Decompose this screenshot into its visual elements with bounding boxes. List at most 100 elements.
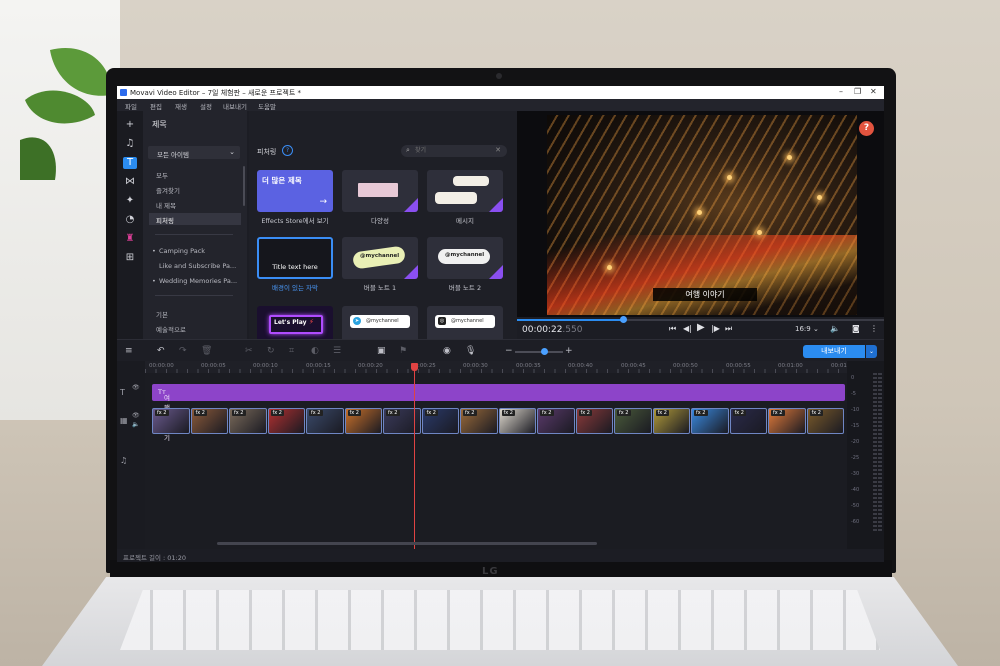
video-clip[interactable]: fx 2 [768, 408, 806, 434]
video-clip[interactable]: fx 2 [344, 408, 382, 434]
category-artistic[interactable]: 예술적으로 [149, 322, 241, 334]
pack-camping[interactable]: • Camping Pack [149, 245, 241, 257]
more-options-icon[interactable]: ⋮ [870, 324, 878, 333]
skip-end-icon[interactable]: ⏭ [725, 324, 732, 334]
visibility-icon[interactable]: 👁 [132, 384, 140, 391]
skip-start-icon[interactable]: ⏮ [669, 324, 676, 334]
overlay-icon[interactable]: ▣ [377, 346, 386, 356]
marker-icon[interactable]: ⚑ [399, 346, 407, 356]
tile-bubble-note-1[interactable]: @mychannel [342, 237, 418, 279]
tile-effects-store[interactable]: 더 많은 제목 → [257, 170, 333, 212]
effects-icon[interactable]: ✦ [123, 195, 137, 207]
undo-icon[interactable]: ↶ [157, 346, 165, 356]
video-clip[interactable]: fx 2 [537, 408, 575, 434]
mute-icon[interactable]: 🔈 [132, 421, 139, 428]
zoom-out-icon[interactable]: − [505, 346, 513, 356]
category-all[interactable]: 모두 [149, 168, 241, 180]
play-icon[interactable]: ▶ [697, 322, 705, 333]
category-favorites[interactable]: 즐겨찾기 [149, 183, 241, 195]
transitions-icon[interactable]: ⋈ [123, 176, 137, 188]
video-clip[interactable]: fx 2 [267, 408, 305, 434]
tile-message[interactable] [427, 170, 503, 212]
maximize-button[interactable]: ❐ [854, 87, 861, 96]
rotate-icon[interactable]: ↻ [267, 346, 275, 356]
export-dropdown-icon[interactable]: ⌄ [866, 345, 877, 358]
more-tools-icon[interactable]: ⊞ [123, 252, 137, 264]
crop-icon[interactable]: ⌗ [289, 346, 294, 356]
video-clip[interactable]: fx 2 [729, 408, 767, 434]
ruler-label: 00:00:20 [358, 363, 383, 369]
meter-label: -50 [851, 503, 860, 509]
category-featured[interactable]: 피처링 [149, 213, 241, 225]
visibility-icon[interactable]: 👁 [132, 412, 140, 419]
tile-caption: 버블 노트 2 [448, 284, 482, 292]
menu-file[interactable]: 파일 [125, 101, 137, 111]
zoom-handle[interactable] [541, 348, 548, 355]
menu-playback[interactable]: 재생 [175, 101, 187, 111]
video-clip[interactable]: fx 2 [691, 408, 729, 434]
close-button[interactable]: ✕ [870, 87, 877, 96]
minimize-button[interactable]: – [839, 87, 843, 96]
tile-diversity[interactable] [342, 170, 418, 212]
help-icon[interactable]: ? [282, 145, 293, 156]
webcam-record-icon[interactable]: ◉ [443, 346, 451, 356]
next-frame-icon[interactable]: |▶ [711, 324, 720, 333]
pack-like-subscribe[interactable]: Like and Subscribe Pa... [149, 260, 241, 272]
category-basic[interactable]: 기본 [149, 307, 241, 319]
preview-subtitle[interactable]: 여행 이야기 [653, 288, 757, 301]
filters-icon[interactable]: ◔ [123, 214, 137, 226]
screen: Movavi Video Editor – 7일 체험판 – 새로운 프로젝트 … [117, 86, 884, 562]
video-clip[interactable]: fx 2 [229, 408, 267, 434]
audio-track-icon: ♫ [120, 456, 128, 465]
menu-settings[interactable]: 설정 [200, 101, 212, 111]
pack-wedding-memories[interactable]: • Wedding Memories Pa... [149, 275, 241, 287]
stickers-icon[interactable]: ♜ [123, 233, 137, 245]
filter-dropdown[interactable]: 모든 아이템 ⌄ [148, 146, 240, 159]
volume-icon[interactable]: 🔈 [830, 324, 840, 333]
aspect-ratio-select[interactable]: 16:9 ⌄ [795, 325, 819, 333]
video-clip[interactable]: fx 2 [575, 408, 613, 434]
import-icon[interactable]: + [123, 119, 137, 131]
ruler-label: 00:00:50 [673, 363, 698, 369]
timeline-settings-icon[interactable]: ≡ [125, 346, 133, 356]
timeline-scrollbar[interactable] [217, 542, 597, 545]
help-button[interactable]: ? [859, 121, 874, 136]
delete-icon[interactable]: 🗑 [201, 346, 212, 356]
titles-icon[interactable]: T [123, 157, 137, 169]
cut-icon[interactable]: ✂ [245, 346, 253, 356]
timecode: 00:00:22.550 [522, 325, 582, 335]
panel-scrollbar[interactable] [243, 166, 245, 206]
menu-export[interactable]: 내보내기 [223, 101, 247, 111]
snapshot-icon[interactable]: ◙ [852, 324, 860, 333]
title-clip[interactable]: Tт 여행 이야기 [152, 384, 845, 442]
clear-icon[interactable]: ✕ [495, 146, 501, 154]
clip-properties-icon[interactable]: ☰ [333, 346, 341, 356]
video-clip[interactable]: fx 2 [306, 408, 344, 434]
tile-bubble-note-2[interactable]: @mychannel [427, 237, 503, 279]
video-clip[interactable]: fx 2 [614, 408, 652, 434]
video-clip[interactable]: fx 2 [460, 408, 498, 434]
search-input[interactable] [415, 146, 491, 155]
redo-icon[interactable]: ↷ [179, 346, 187, 356]
search-icon: ⌕ [406, 146, 410, 154]
search-field[interactable]: ⌕ ✕ [401, 145, 507, 157]
video-clip[interactable]: fx 2 [152, 408, 190, 434]
video-clip[interactable]: fx 2 [806, 408, 844, 434]
tile-subtitle-bg[interactable]: Title text here [257, 237, 333, 279]
export-button[interactable]: 내보내기 [803, 345, 865, 358]
music-icon[interactable]: ♫ [123, 138, 137, 150]
zoom-in-icon[interactable]: + [565, 346, 573, 356]
video-clip[interactable]: fx 2 [498, 408, 536, 434]
chevron-down-icon: ⌄ [229, 148, 235, 156]
menu-help[interactable]: 도움말 [258, 101, 276, 111]
video-clip[interactable]: fx 2 [421, 408, 459, 434]
playhead[interactable] [414, 365, 415, 549]
menu-edit[interactable]: 편집 [150, 101, 162, 111]
video-clip[interactable]: fx 2 [190, 408, 228, 434]
prev-frame-icon[interactable]: ◀| [683, 324, 692, 333]
microphone-icon[interactable]: 🎙 [465, 346, 476, 356]
video-clip[interactable]: fx 2 [652, 408, 690, 434]
zoom-slider[interactable] [515, 351, 563, 353]
color-adjust-icon[interactable]: ◐ [311, 346, 319, 356]
category-my-titles[interactable]: 내 제목 [149, 198, 241, 210]
